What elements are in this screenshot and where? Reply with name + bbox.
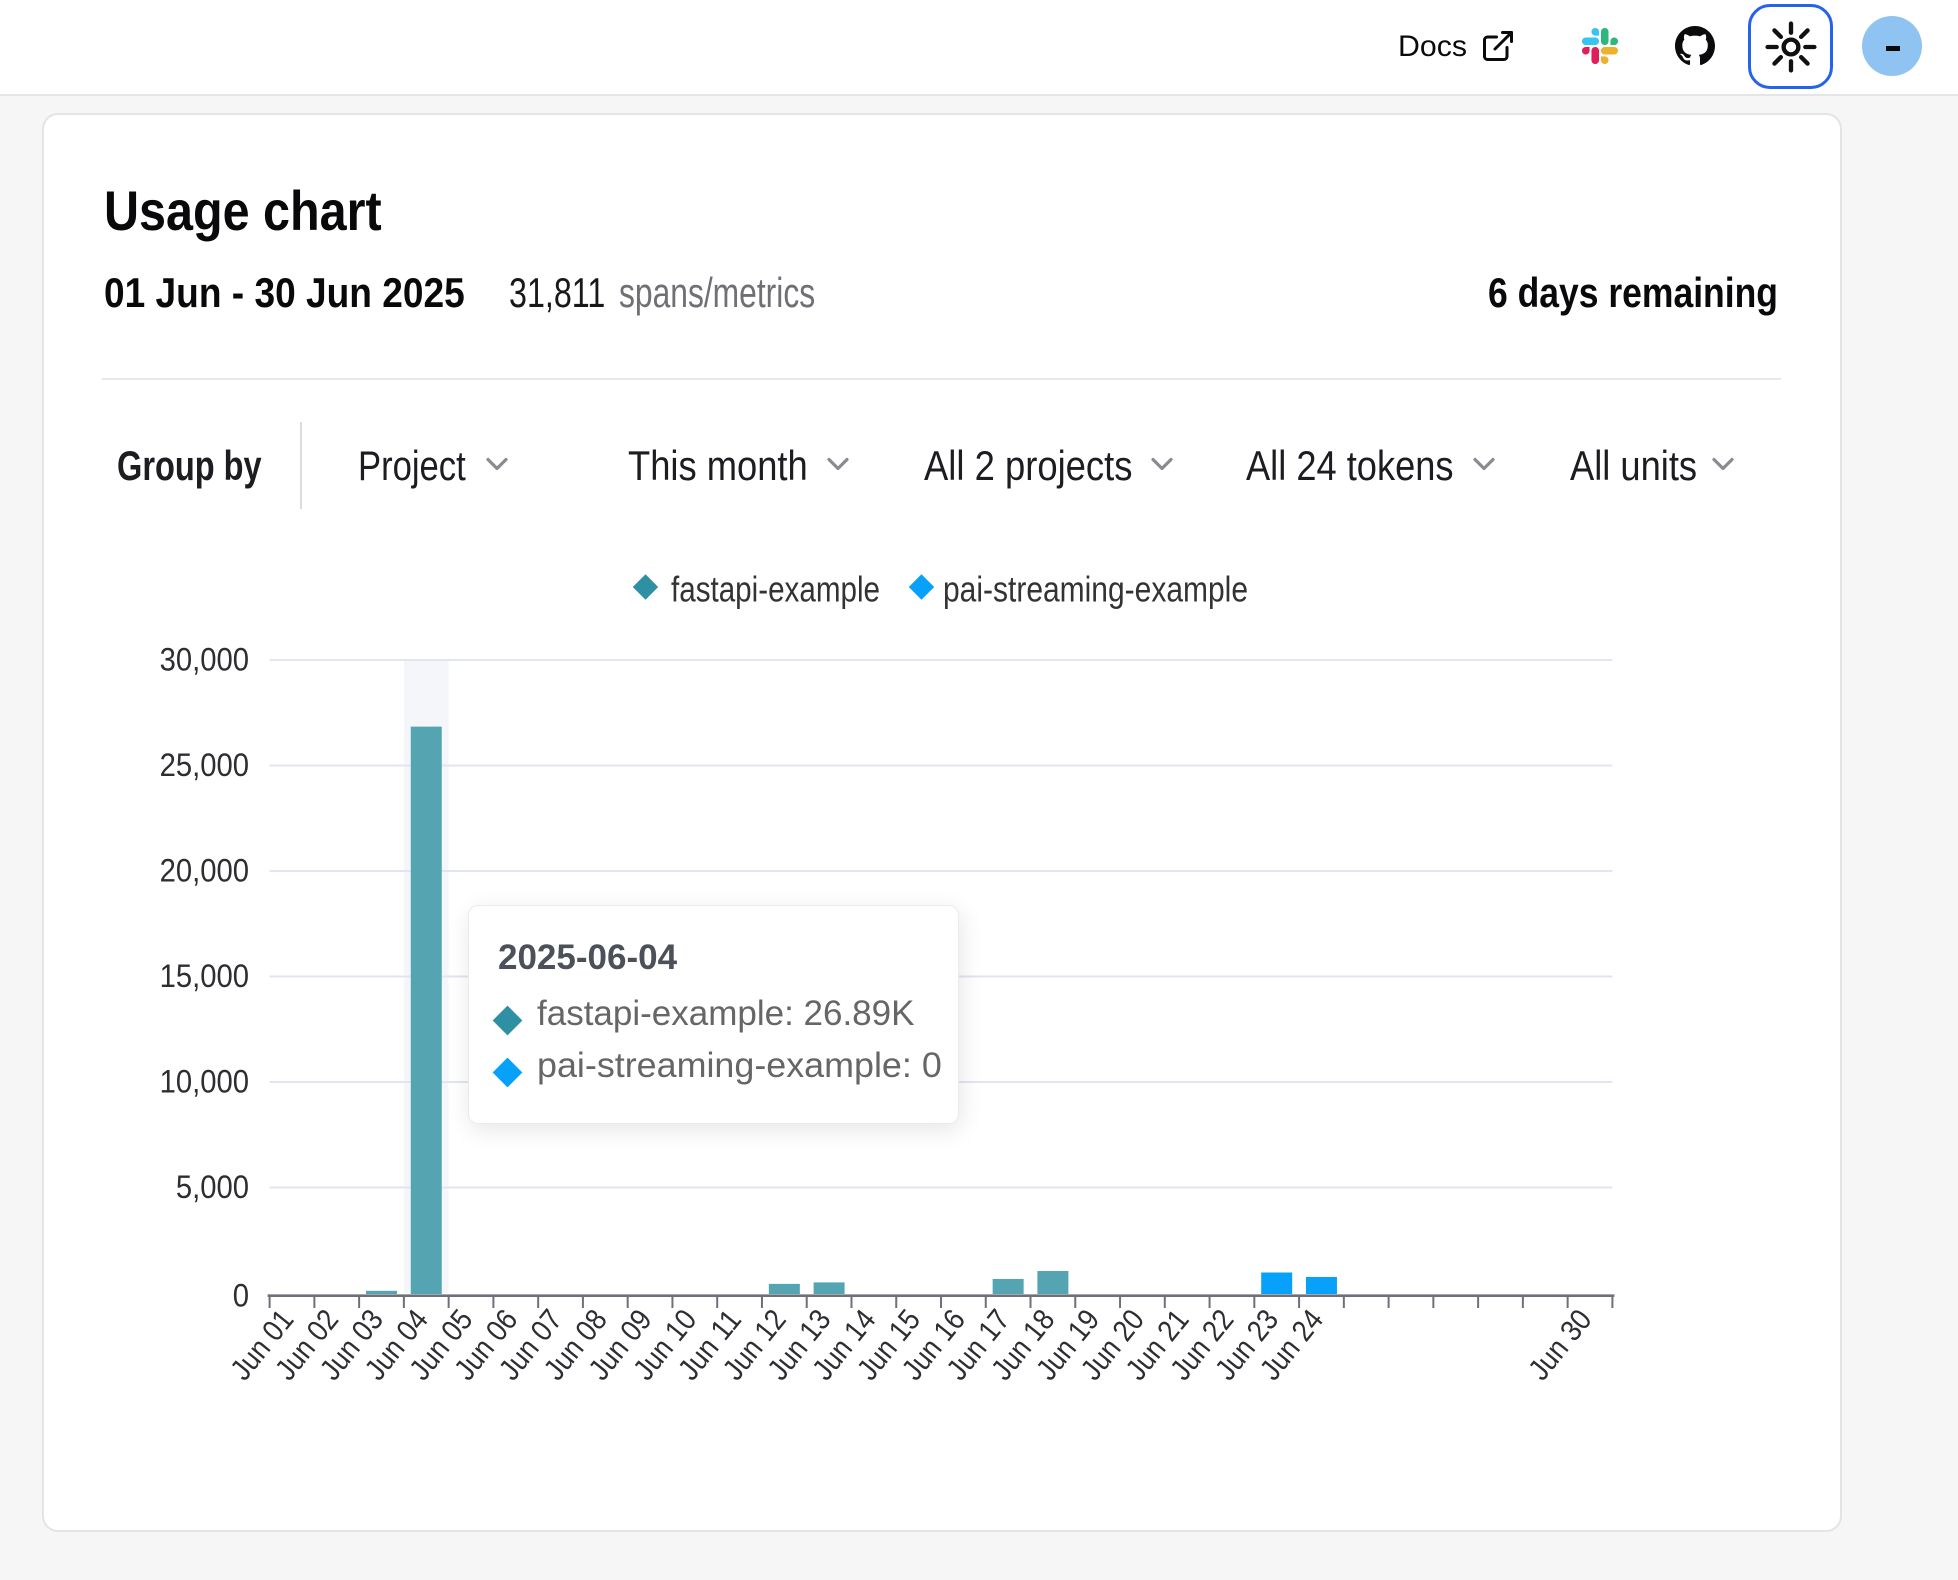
svg-text:Jun 30: Jun 30 [1522, 1304, 1598, 1387]
svg-text:30,000: 30,000 [160, 642, 249, 678]
svg-text:5,000: 5,000 [176, 1169, 249, 1205]
svg-text:10,000: 10,000 [160, 1064, 249, 1100]
svg-text:20,000: 20,000 [160, 853, 249, 889]
svg-text:fastapi-example: fastapi-example [671, 569, 880, 610]
svg-text:15,000: 15,000 [160, 958, 249, 994]
svg-text:pai-streaming-example: pai-streaming-example [943, 569, 1248, 610]
svg-text:25,000: 25,000 [160, 747, 249, 783]
svg-text:0: 0 [233, 1277, 249, 1313]
